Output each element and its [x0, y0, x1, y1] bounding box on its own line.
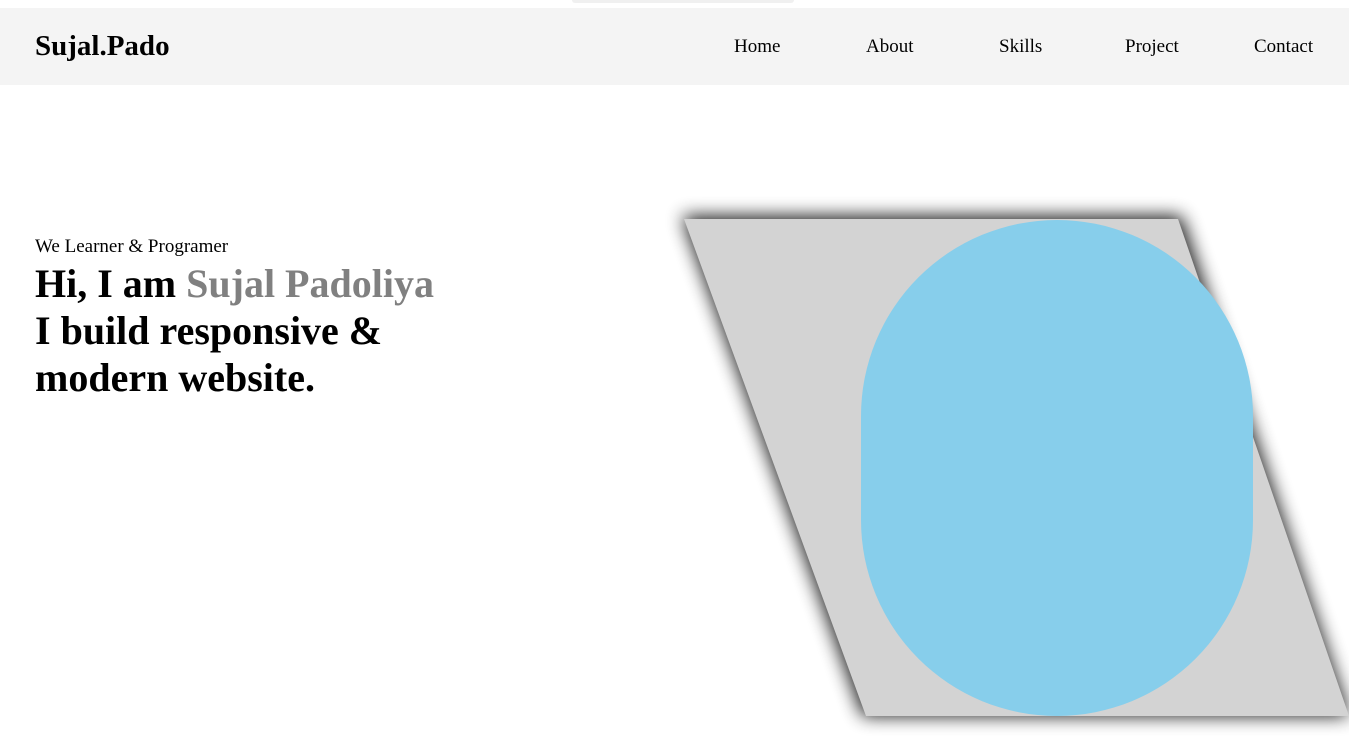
hero-text: We Learner & Programer Hi, I am Sujal Pa…: [35, 236, 595, 401]
page: Sujal.Pado Home About Skills Project Con…: [0, 0, 1349, 749]
nav-home[interactable]: Home: [734, 34, 780, 60]
nav-contact[interactable]: Contact: [1254, 34, 1313, 60]
hero-line-3: modern website.: [35, 355, 315, 400]
parallelogram-shadow: [682, 216, 1349, 716]
nav-about[interactable]: About: [866, 34, 914, 60]
hero-line-1: Hi, I am Sujal Padoliya: [35, 260, 595, 307]
nav-skills[interactable]: Skills: [999, 34, 1042, 60]
hero-headline: Hi, I am Sujal Padoliya I build responsi…: [35, 260, 595, 401]
hero-tagline: We Learner & Programer: [35, 236, 229, 257]
hero-line-2: I build responsive &: [35, 308, 383, 353]
hero-name: Sujal Padoliya: [186, 261, 434, 306]
nav-links: Home About Skills Project Contact: [0, 34, 1349, 60]
top-strip: [0, 0, 1349, 8]
nav-project[interactable]: Project: [1125, 34, 1179, 60]
hero-greeting: Hi, I am: [35, 261, 187, 306]
parallelogram-shape: [684, 219, 1349, 716]
blue-rounded-blob: [861, 220, 1253, 716]
navbar: Sujal.Pado Home About Skills Project Con…: [0, 8, 1349, 85]
top-nub: [572, 0, 794, 3]
